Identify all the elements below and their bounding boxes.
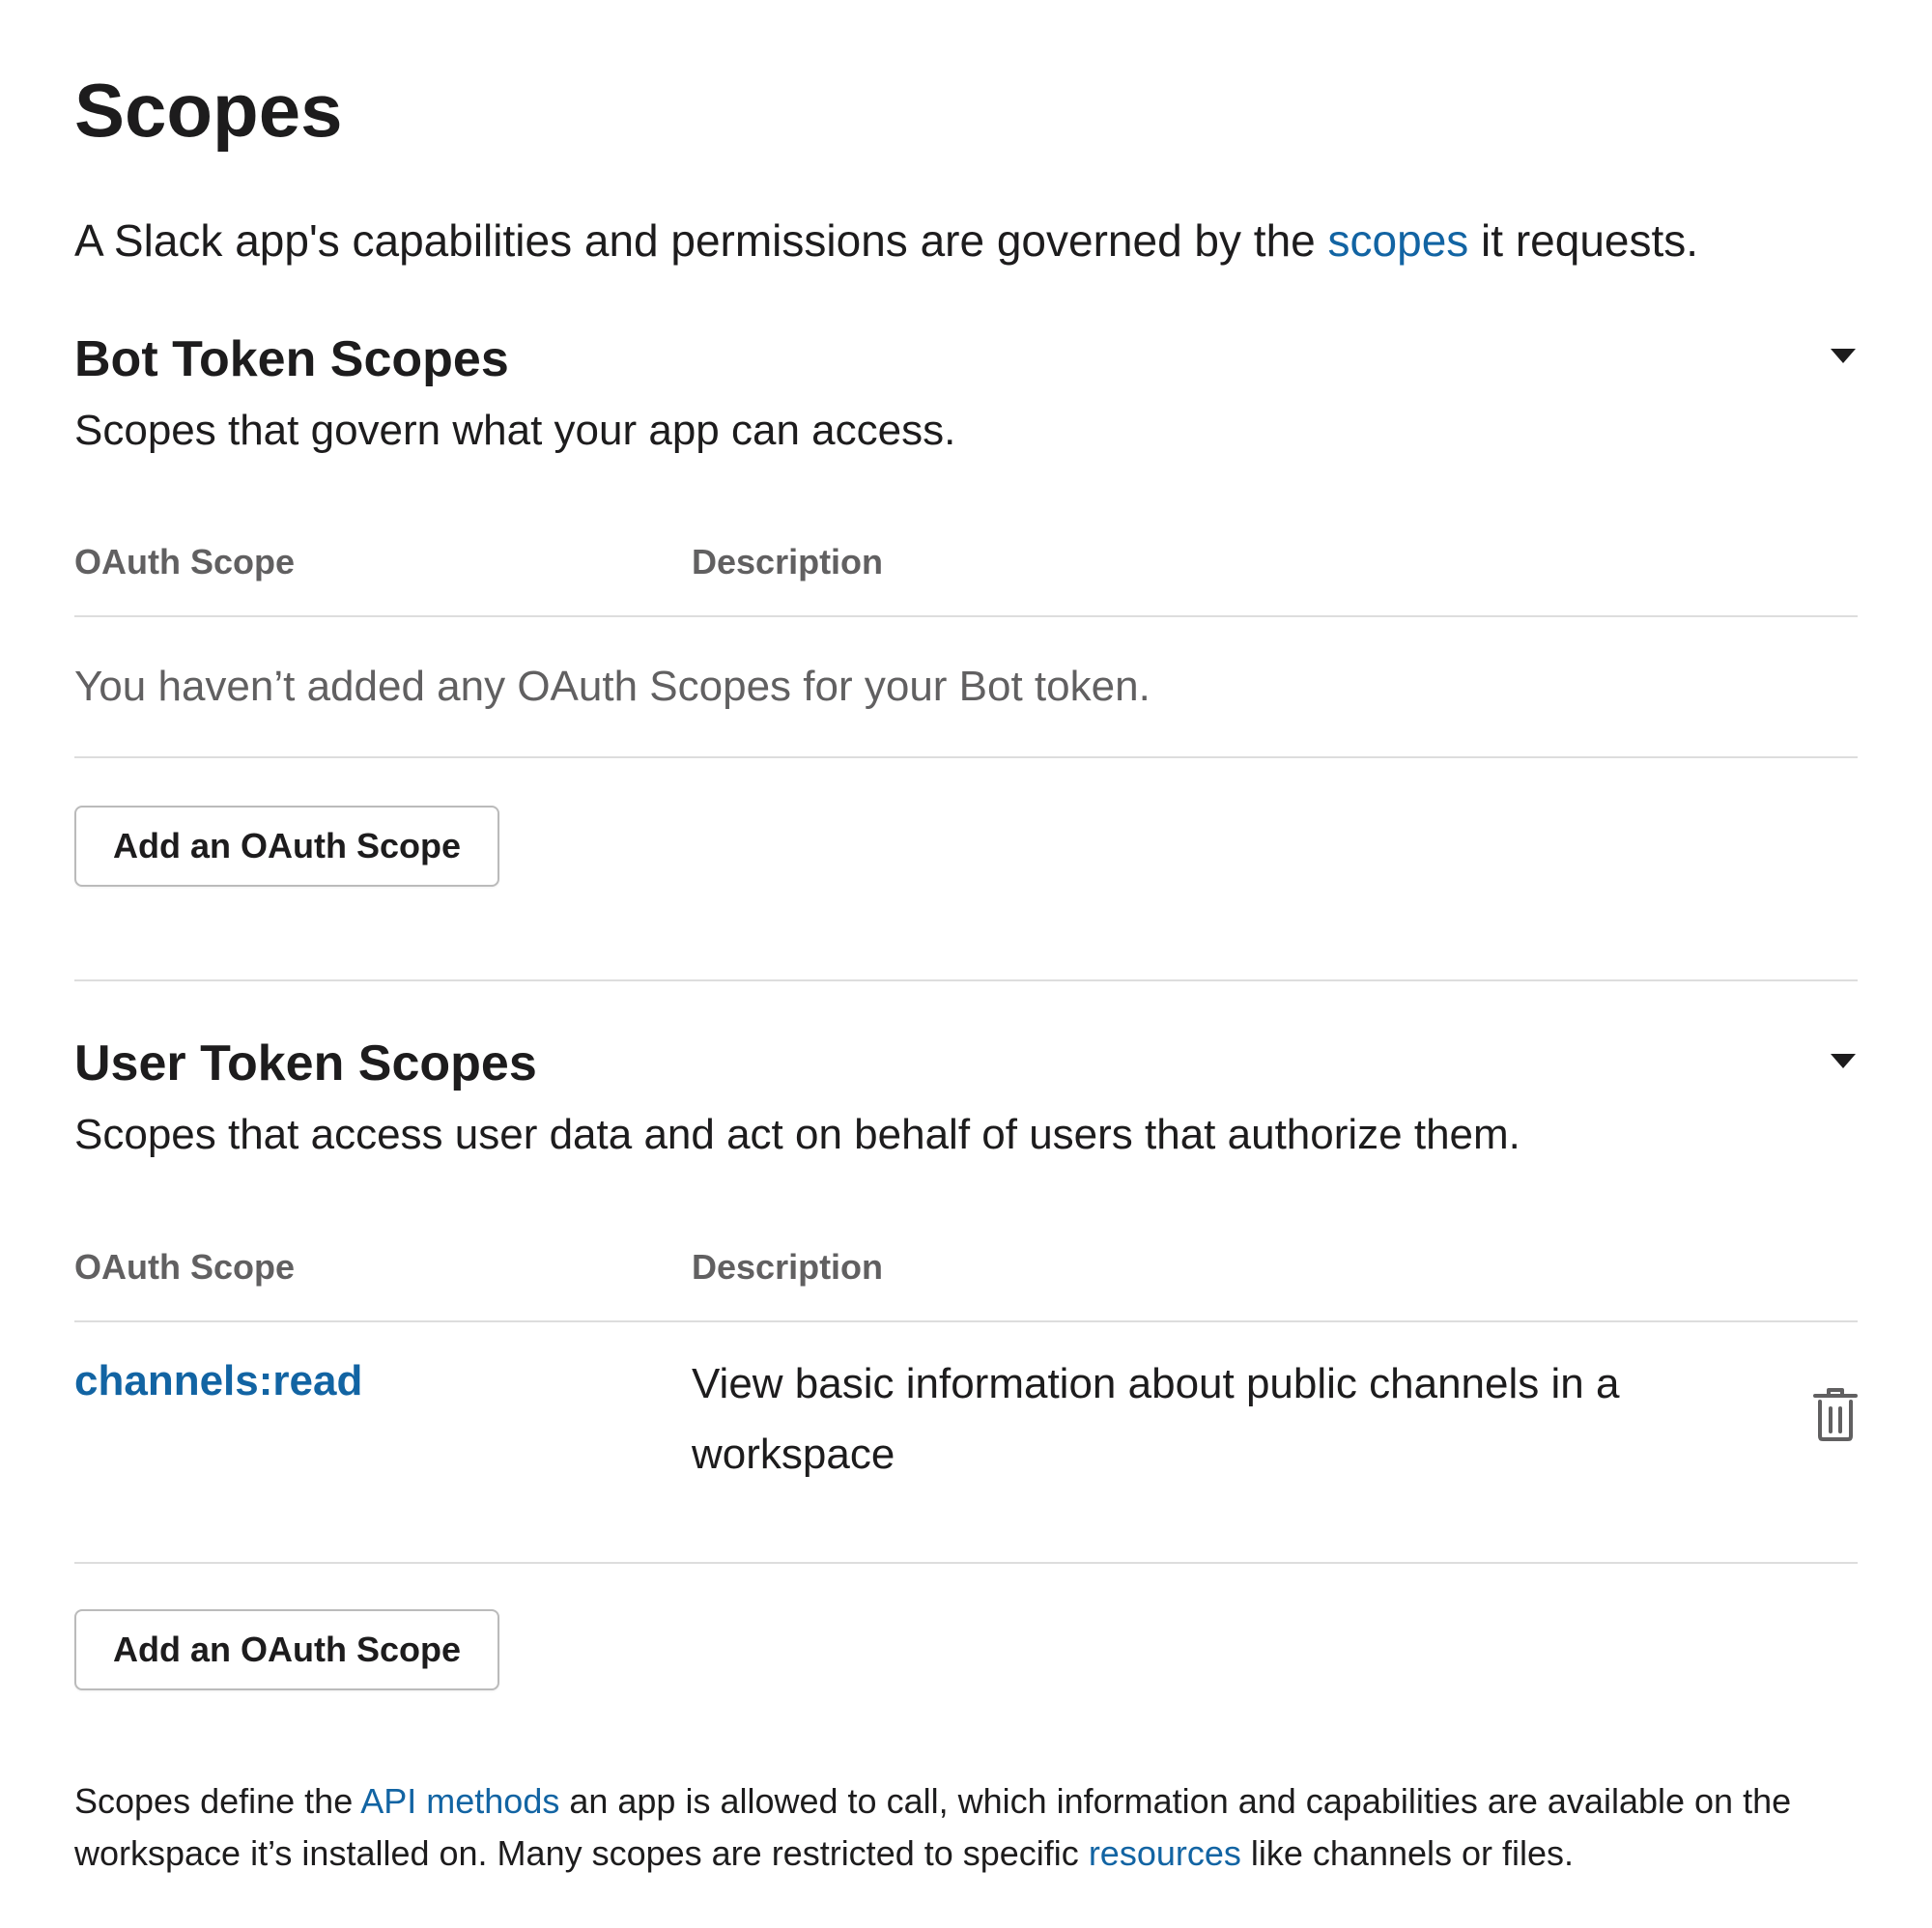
scope-link-channels-read[interactable]: channels:read: [74, 1356, 362, 1407]
caret-down-icon[interactable]: [1829, 1051, 1858, 1070]
table-bottom-divider: [74, 756, 1858, 758]
section-divider: [74, 979, 1858, 981]
api-methods-link[interactable]: API methods: [360, 1781, 559, 1821]
page-title: Scopes: [74, 68, 343, 153]
add-user-oauth-scope-button[interactable]: Add an OAuth Scope: [74, 1609, 499, 1690]
footer-note: Scopes define the API methods an app is …: [74, 1775, 1858, 1880]
description-column-header: Description: [692, 1247, 884, 1287]
scopes-page: Scopes A Slack app's capabilities and pe…: [0, 0, 1932, 1928]
scope-description: View basic information about public chan…: [692, 1360, 1620, 1478]
intro-text-start: A Slack app's capabilities and permissio…: [74, 215, 1328, 266]
bot-scopes-empty-message: You haven’t added any OAuth Scopes for y…: [74, 663, 1151, 710]
table-bottom-divider: [74, 1562, 1858, 1564]
table-header-divider: [74, 615, 1858, 617]
caret-down-icon[interactable]: [1829, 346, 1858, 365]
footer-text-3: like channels or files.: [1240, 1833, 1575, 1873]
resources-link[interactable]: resources: [1089, 1833, 1241, 1873]
footer-text-1: Scopes define the: [74, 1781, 361, 1821]
bot-token-scopes-description: Scopes that govern what your app can acc…: [74, 407, 956, 454]
oauth-scope-column-header: OAuth Scope: [74, 1247, 296, 1287]
user-token-scopes-title: User Token Scopes: [74, 1035, 537, 1092]
scopes-link[interactable]: scopes: [1328, 215, 1469, 266]
add-bot-oauth-scope-button[interactable]: Add an OAuth Scope: [74, 806, 499, 887]
oauth-scope-column-header: OAuth Scope: [74, 542, 296, 581]
description-column-header: Description: [692, 542, 884, 581]
intro-text: A Slack app's capabilities and permissio…: [74, 214, 1698, 268]
user-token-scopes-description: Scopes that access user data and act on …: [74, 1111, 1520, 1158]
trash-icon[interactable]: [1810, 1385, 1861, 1443]
bot-token-scopes-title: Bot Token Scopes: [74, 331, 509, 387]
table-header-divider: [74, 1320, 1858, 1322]
intro-text-end: it requests.: [1468, 215, 1699, 266]
